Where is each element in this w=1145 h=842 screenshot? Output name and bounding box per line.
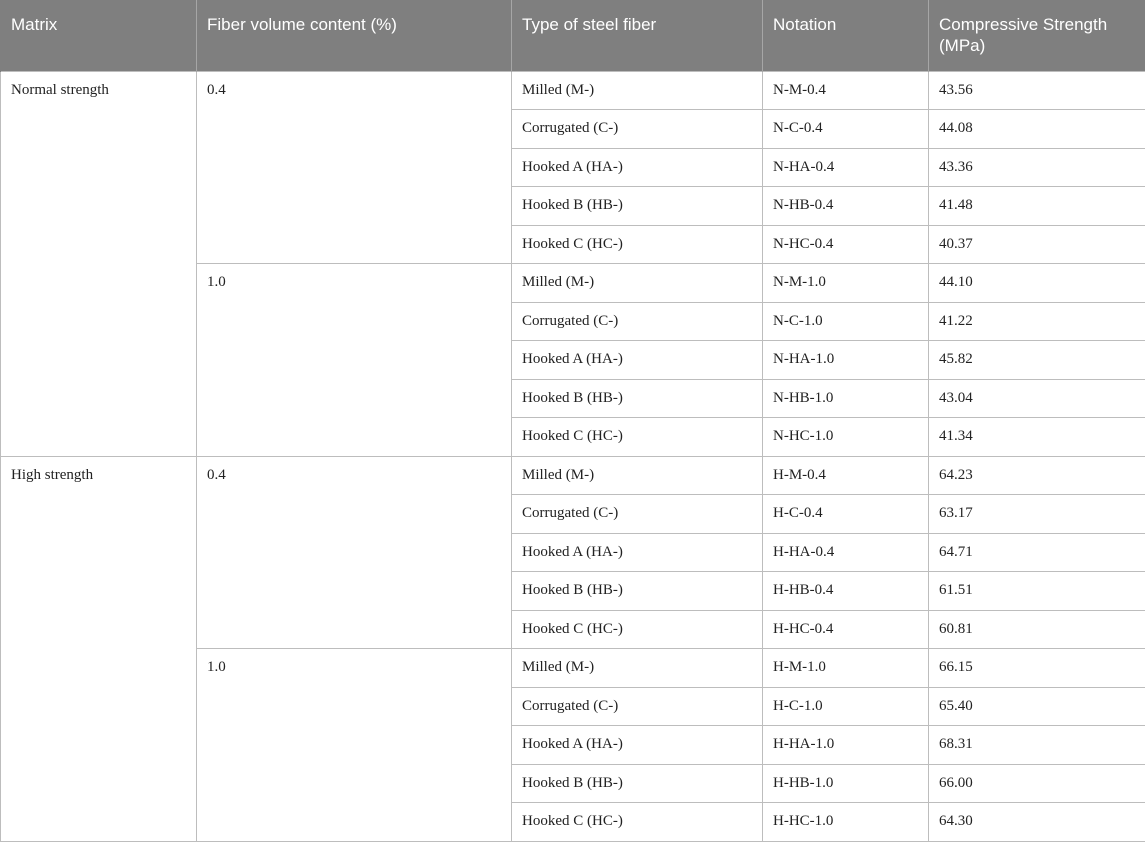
fiber-type-cell: Hooked C (HC-) [512, 418, 763, 457]
table-row: High strength0.4Milled (M-)H-M-0.464.23 [1, 456, 1145, 495]
table-row: Normal strength0.4Milled (M-)N-M-0.443.5… [1, 71, 1145, 110]
notation-cell: H-HC-0.4 [763, 610, 929, 649]
notation-cell: N-HB-1.0 [763, 379, 929, 418]
fiber-type-cell: Hooked A (HA-) [512, 148, 763, 187]
strength-cell: 43.36 [929, 148, 1145, 187]
notation-cell: N-HB-0.4 [763, 187, 929, 226]
fiber-type-cell: Hooked C (HC-) [512, 803, 763, 842]
strength-cell: 64.30 [929, 803, 1145, 842]
notation-cell: H-C-0.4 [763, 495, 929, 534]
fiber-type-cell: Corrugated (C-) [512, 687, 763, 726]
fiber-type-cell: Hooked C (HC-) [512, 610, 763, 649]
strength-table: Matrix Fiber volume content (%) Type of … [0, 0, 1145, 842]
fiber-type-cell: Hooked A (HA-) [512, 341, 763, 380]
fiber-type-cell: Hooked A (HA-) [512, 533, 763, 572]
strength-cell: 63.17 [929, 495, 1145, 534]
notation-cell: H-HA-0.4 [763, 533, 929, 572]
header-fiber-type: Type of steel fiber [512, 0, 763, 71]
strength-cell: 41.34 [929, 418, 1145, 457]
notation-cell: N-M-1.0 [763, 264, 929, 303]
fiber-type-cell: Hooked B (HB-) [512, 187, 763, 226]
notation-cell: N-HA-0.4 [763, 148, 929, 187]
fiber-type-cell: Milled (M-) [512, 456, 763, 495]
fiber-type-cell: Corrugated (C-) [512, 110, 763, 149]
fiber-type-cell: Corrugated (C-) [512, 495, 763, 534]
notation-cell: N-HC-0.4 [763, 225, 929, 264]
fiber-type-cell: Milled (M-) [512, 649, 763, 688]
header-notation: Notation [763, 0, 929, 71]
strength-cell: 61.51 [929, 572, 1145, 611]
notation-cell: N-C-0.4 [763, 110, 929, 149]
table-body: Normal strength0.4Milled (M-)N-M-0.443.5… [1, 71, 1145, 841]
notation-cell: H-HC-1.0 [763, 803, 929, 842]
fiber-type-cell: Hooked B (HB-) [512, 764, 763, 803]
notation-cell: N-C-1.0 [763, 302, 929, 341]
header-compressive-strength: Compressive Strength (MPa) [929, 0, 1145, 71]
header-row: Matrix Fiber volume content (%) Type of … [1, 0, 1145, 71]
notation-cell: H-HB-0.4 [763, 572, 929, 611]
strength-cell: 65.40 [929, 687, 1145, 726]
strength-cell: 44.08 [929, 110, 1145, 149]
strength-cell: 44.10 [929, 264, 1145, 303]
notation-cell: N-HA-1.0 [763, 341, 929, 380]
fiber-volume-cell: 0.4 [197, 71, 512, 264]
fiber-type-cell: Milled (M-) [512, 71, 763, 110]
strength-cell: 45.82 [929, 341, 1145, 380]
fiber-type-cell: Hooked C (HC-) [512, 225, 763, 264]
table-header: Matrix Fiber volume content (%) Type of … [1, 0, 1145, 71]
fiber-type-cell: Hooked A (HA-) [512, 726, 763, 765]
fiber-type-cell: Hooked B (HB-) [512, 572, 763, 611]
fiber-volume-cell: 0.4 [197, 456, 512, 649]
notation-cell: H-HA-1.0 [763, 726, 929, 765]
notation-cell: N-HC-1.0 [763, 418, 929, 457]
notation-cell: H-HB-1.0 [763, 764, 929, 803]
strength-cell: 64.23 [929, 456, 1145, 495]
strength-cell: 64.71 [929, 533, 1145, 572]
fiber-volume-cell: 1.0 [197, 264, 512, 457]
strength-cell: 68.31 [929, 726, 1145, 765]
strength-cell: 41.22 [929, 302, 1145, 341]
notation-cell: H-M-0.4 [763, 456, 929, 495]
strength-cell: 66.00 [929, 764, 1145, 803]
strength-cell: 66.15 [929, 649, 1145, 688]
fiber-type-cell: Milled (M-) [512, 264, 763, 303]
strength-cell: 43.56 [929, 71, 1145, 110]
header-fiber-volume: Fiber volume content (%) [197, 0, 512, 71]
matrix-cell: Normal strength [1, 71, 197, 456]
fiber-type-cell: Corrugated (C-) [512, 302, 763, 341]
strength-cell: 60.81 [929, 610, 1145, 649]
notation-cell: H-C-1.0 [763, 687, 929, 726]
strength-cell: 43.04 [929, 379, 1145, 418]
matrix-cell: High strength [1, 456, 197, 841]
notation-cell: H-M-1.0 [763, 649, 929, 688]
header-matrix: Matrix [1, 0, 197, 71]
fiber-type-cell: Hooked B (HB-) [512, 379, 763, 418]
notation-cell: N-M-0.4 [763, 71, 929, 110]
strength-cell: 40.37 [929, 225, 1145, 264]
strength-cell: 41.48 [929, 187, 1145, 226]
fiber-volume-cell: 1.0 [197, 649, 512, 842]
